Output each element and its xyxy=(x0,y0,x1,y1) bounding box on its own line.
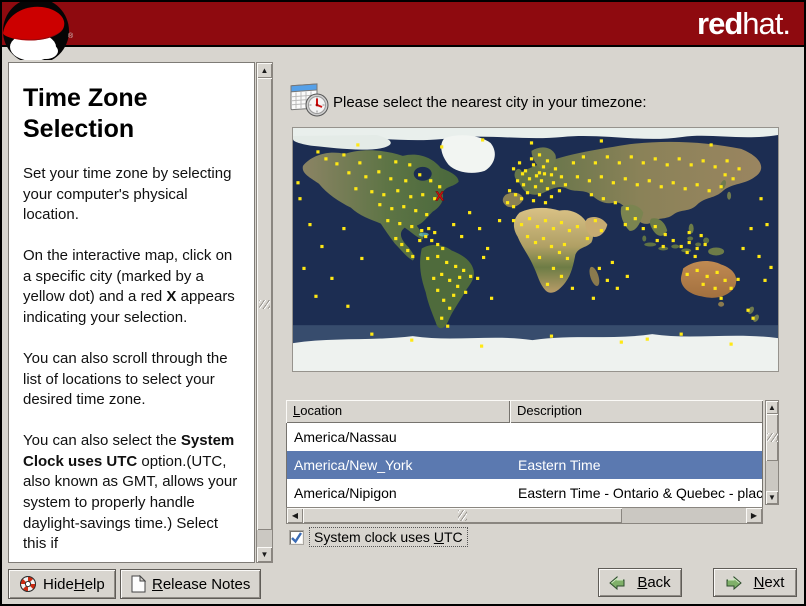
cell-description: Eastern Time xyxy=(518,457,601,473)
scroll-right-icon[interactable]: ▶ xyxy=(746,508,762,523)
next-button[interactable]: Next xyxy=(713,568,797,597)
table-header: Location Description xyxy=(286,400,763,423)
help-paragraph: On the interactive map, click on a speci… xyxy=(23,247,235,327)
selected-city-marker: X xyxy=(435,189,444,204)
check-icon xyxy=(291,531,303,543)
release-notes-button[interactable]: Release Notes xyxy=(120,569,262,599)
help-lifesaver-icon xyxy=(19,575,37,593)
wordmark-red: red xyxy=(697,6,743,41)
prompt-text: Please select the nearest city in your t… xyxy=(333,94,647,111)
thumb-grip xyxy=(259,299,270,309)
scroll-up-icon[interactable]: ▲ xyxy=(766,401,778,414)
cell-location: America/New_York xyxy=(294,457,413,473)
scroll-down-icon[interactable]: ▼ xyxy=(766,491,778,504)
help-scrollbar-thumb[interactable] xyxy=(257,78,272,530)
thumb-grip xyxy=(458,510,467,521)
redhat-wordmark: redhat. xyxy=(697,6,791,42)
table-row[interactable]: America/New_York Eastern Time xyxy=(287,451,762,479)
next-arrow-icon xyxy=(726,575,742,590)
scroll-down-icon[interactable]: ▼ xyxy=(257,547,272,562)
back-arrow-icon xyxy=(609,575,625,590)
cell-description: Eastern Time - Ontario & Quebec - places… xyxy=(518,485,762,501)
document-icon xyxy=(131,575,146,593)
svg-text:®: ® xyxy=(68,32,74,40)
svg-text:X: X xyxy=(435,189,444,204)
timezone-table: Location Description America/Nassau Ameri… xyxy=(286,400,763,508)
help-paragraphs: Set your time zone by selecting your com… xyxy=(23,164,242,555)
scroll-left-icon[interactable]: ◀ xyxy=(287,508,303,523)
installer-window: redhat. ® Time Zone Selection Set your t… xyxy=(0,0,806,606)
help-paragraph: You can also select the System Clock use… xyxy=(23,431,238,553)
world-map[interactable]: X xyxy=(292,127,779,372)
utc-checkbox-label[interactable]: System clock uses UTC xyxy=(309,527,468,547)
table-vscroll-thumb[interactable] xyxy=(766,414,778,461)
thumb-grip xyxy=(766,433,778,442)
table-row[interactable]: America/Nipigon Eastern Time - Ontario & … xyxy=(287,479,762,507)
cell-location: America/Nipigon xyxy=(294,485,397,501)
header-bar: redhat. xyxy=(2,2,804,47)
scroll-up-icon[interactable]: ▲ xyxy=(257,63,272,78)
utc-option-row: System clock uses UTC xyxy=(289,527,468,547)
page-title: Time Zone Selection xyxy=(23,84,148,143)
help-scrollbar[interactable]: ▲ ▼ xyxy=(256,62,273,563)
column-header-description[interactable]: Description xyxy=(510,400,763,423)
table-vertical-scrollbar[interactable]: ▲ ▼ xyxy=(765,400,779,505)
back-button[interactable]: Back xyxy=(598,568,682,597)
column-header-location[interactable]: Location xyxy=(286,400,510,423)
help-panel: Time Zone Selection Set your time zone b… xyxy=(8,62,255,563)
table-horizontal-scrollbar[interactable]: ◀ ▶ xyxy=(286,507,763,524)
timezone-clock-icon xyxy=(290,83,329,117)
table-hscroll-thumb[interactable] xyxy=(303,508,622,523)
timezone-table-body: America/Nassau America/New_York Eastern Ti… xyxy=(286,423,763,508)
utc-checkbox[interactable] xyxy=(289,529,304,545)
hide-help-button[interactable]: Hide Help xyxy=(8,569,116,599)
table-row[interactable]: America/Nassau xyxy=(287,423,762,451)
wordmark-hat: hat. xyxy=(742,6,791,41)
cell-location: America/Nassau xyxy=(294,429,397,445)
help-paragraph: You can also scroll through the list of … xyxy=(23,349,228,409)
redhat-shadowman-logo: ® xyxy=(3,2,74,60)
cell-description xyxy=(511,423,762,451)
help-paragraph: Set your time zone by selecting your com… xyxy=(23,165,232,224)
